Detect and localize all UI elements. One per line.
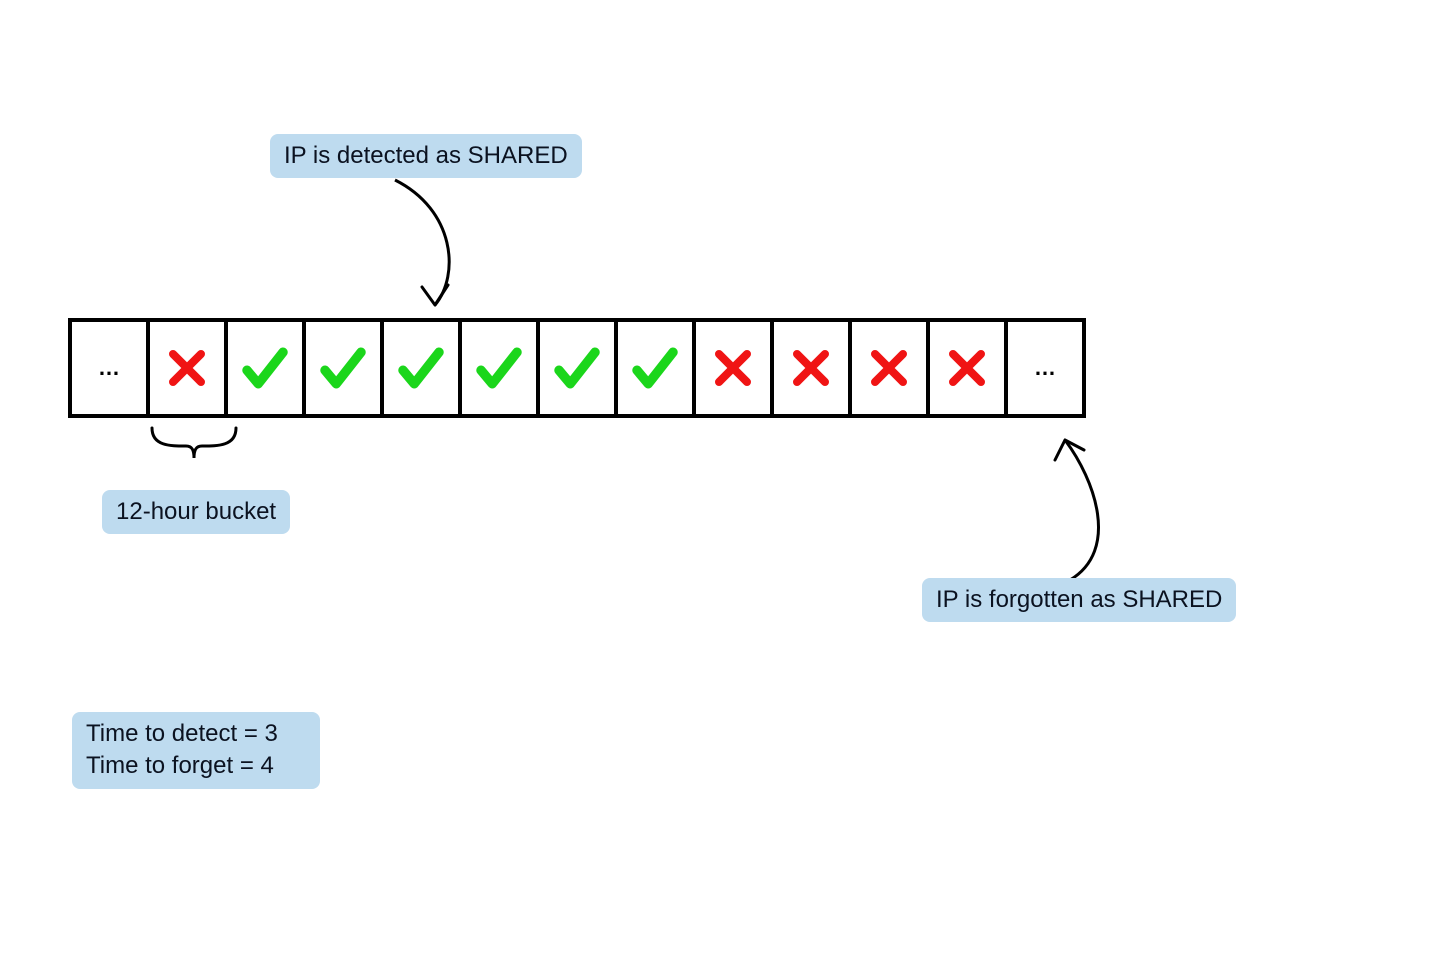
check-icon [394,341,448,395]
x-icon [865,344,913,392]
diagram-canvas: IP is detected as SHARED …… 12-hour buck… [0,0,1440,960]
param-forget: Time to forget = 4 [86,750,306,782]
callout-forgotten: IP is forgotten as SHARED [922,578,1236,622]
bucket-cell [146,318,228,418]
x-icon [787,344,835,392]
brace-icon [146,422,242,470]
check-icon [550,341,604,395]
ellipsis-icon: … [1034,355,1056,381]
param-detect: Time to detect = 3 [86,718,306,750]
bucket-cell [848,318,930,418]
arrow-forgotten-icon [1010,420,1150,590]
check-icon [472,341,526,395]
bucket-cell [770,318,852,418]
x-icon [709,344,757,392]
bucket-row: …… [68,318,1086,418]
bucket-cell [536,318,618,418]
bucket-cell [926,318,1008,418]
bucket-cell [380,318,462,418]
bucket-cell [302,318,384,418]
check-icon [628,341,682,395]
x-icon [163,344,211,392]
bucket-cell [614,318,696,418]
check-icon [316,341,370,395]
bucket-cell [458,318,540,418]
ellipsis-icon: … [98,355,120,381]
bucket-cell [224,318,306,418]
check-icon [238,341,292,395]
x-icon [943,344,991,392]
callout-bucket: 12-hour bucket [102,490,290,534]
bucket-cell: … [1004,318,1086,418]
bucket-cell: … [68,318,150,418]
arrow-detected-icon [340,175,500,335]
bucket-cell [692,318,774,418]
callout-detected: IP is detected as SHARED [270,134,582,178]
callout-parameters: Time to detect = 3 Time to forget = 4 [72,712,320,789]
